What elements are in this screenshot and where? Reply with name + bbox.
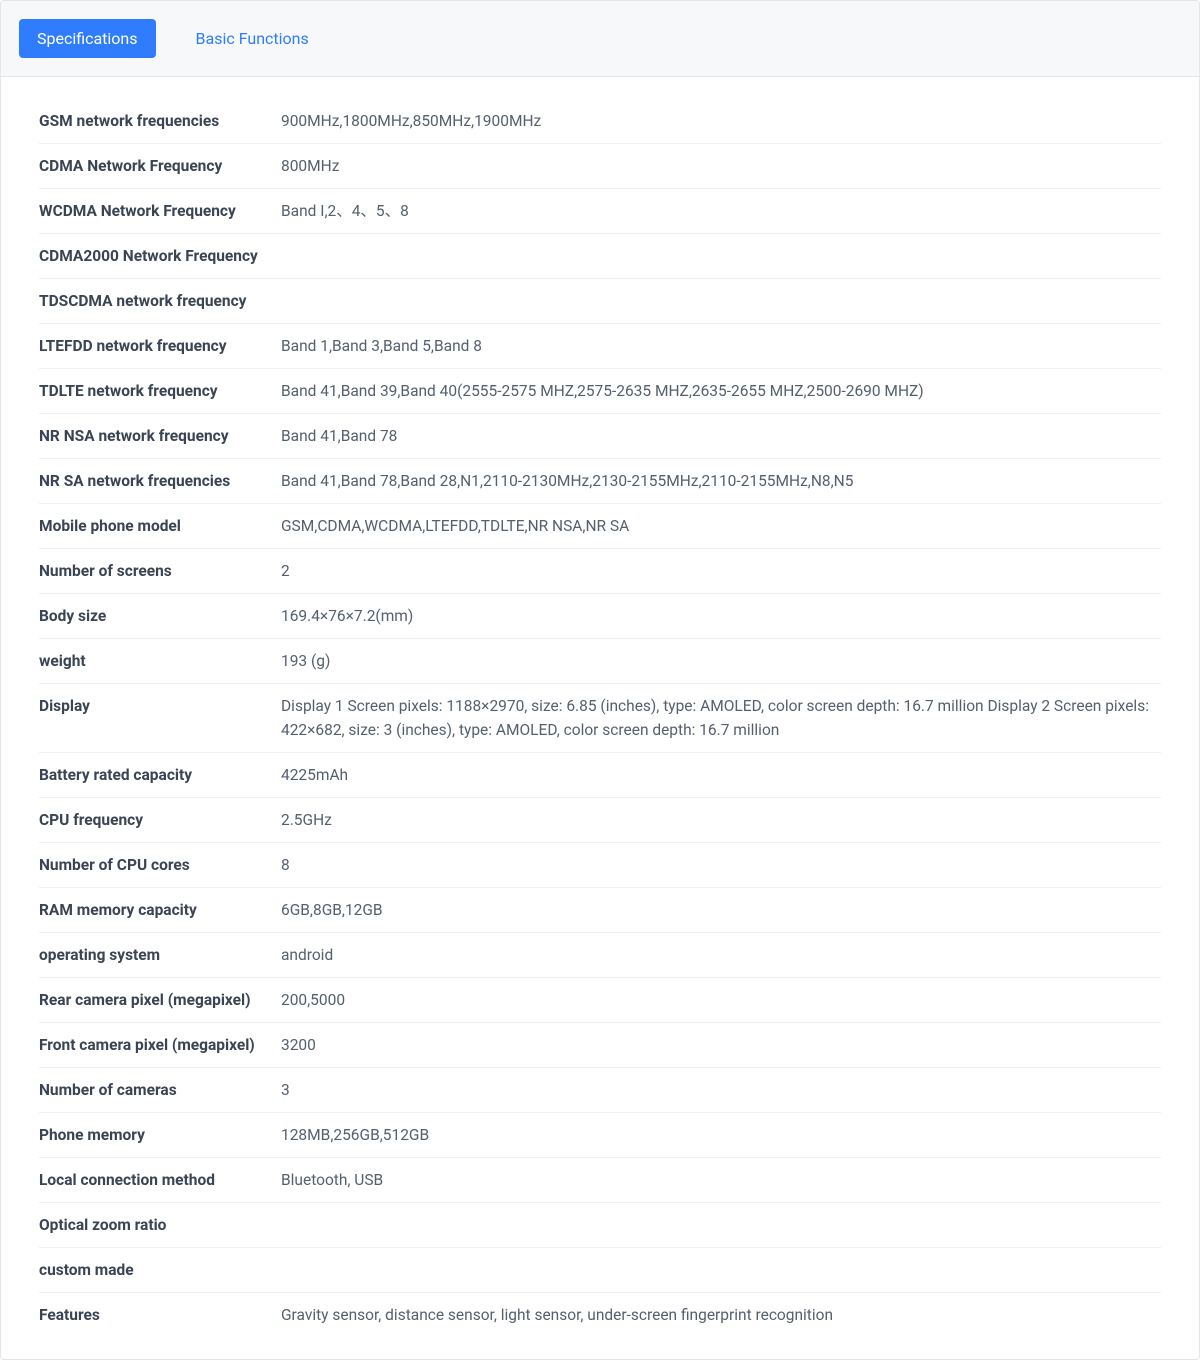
spec-value: Bluetooth, USB [281, 1168, 1161, 1192]
spec-label: CDMA2000 Network Frequency [39, 244, 281, 268]
spec-label: weight [39, 649, 281, 673]
spec-value: Band 41,Band 78,Band 28,N1,2110-2130MHz,… [281, 469, 1161, 493]
spec-value: Band I,2、4、5、8 [281, 199, 1161, 223]
spec-label: LTEFDD network frequency [39, 334, 281, 358]
spec-row: Local connection methodBluetooth, USB [39, 1158, 1161, 1203]
spec-value: 3 [281, 1078, 1161, 1102]
spec-row: Front camera pixel (megapixel)3200 [39, 1023, 1161, 1068]
spec-value: Gravity sensor, distance sensor, light s… [281, 1303, 1161, 1327]
spec-panel: Specifications Basic Functions GSM netwo… [0, 0, 1200, 1360]
spec-label: Mobile phone model [39, 514, 281, 538]
spec-label: NR SA network frequencies [39, 469, 281, 493]
spec-label: GSM network frequencies [39, 109, 281, 133]
spec-row: Number of CPU cores8 [39, 843, 1161, 888]
spec-value: Band 1,Band 3,Band 5,Band 8 [281, 334, 1161, 358]
spec-row: Battery rated capacity4225mAh [39, 753, 1161, 798]
spec-row: weight193 (g) [39, 639, 1161, 684]
spec-row: GSM network frequencies900MHz,1800MHz,85… [39, 99, 1161, 144]
spec-row: NR SA network frequenciesBand 41,Band 78… [39, 459, 1161, 504]
tab-specifications[interactable]: Specifications [19, 19, 156, 58]
spec-value: 128MB,256GB,512GB [281, 1123, 1161, 1147]
spec-row: DisplayDisplay 1 Screen pixels: 1188×297… [39, 684, 1161, 753]
spec-label: Phone memory [39, 1123, 281, 1147]
spec-row: Body size169.4×76×7.2(mm) [39, 594, 1161, 639]
spec-label: Number of CPU cores [39, 853, 281, 877]
spec-row: TDLTE network frequencyBand 41,Band 39,B… [39, 369, 1161, 414]
spec-label: NR NSA network frequency [39, 424, 281, 448]
spec-value: 169.4×76×7.2(mm) [281, 604, 1161, 628]
spec-value: 2.5GHz [281, 808, 1161, 832]
spec-row: Number of cameras3 [39, 1068, 1161, 1113]
spec-value: 8 [281, 853, 1161, 877]
spec-row: RAM memory capacity6GB,8GB,12GB [39, 888, 1161, 933]
spec-label: custom made [39, 1258, 281, 1282]
spec-row: Number of screens2 [39, 549, 1161, 594]
spec-label: Display [39, 694, 281, 718]
spec-row: CPU frequency2.5GHz [39, 798, 1161, 843]
spec-label: TDLTE network frequency [39, 379, 281, 403]
spec-label: Body size [39, 604, 281, 628]
spec-table: GSM network frequencies900MHz,1800MHz,85… [1, 77, 1199, 1359]
spec-value: 900MHz,1800MHz,850MHz,1900MHz [281, 109, 1161, 133]
spec-row: LTEFDD network frequencyBand 1,Band 3,Ba… [39, 324, 1161, 369]
spec-value: GSM,CDMA,WCDMA,LTEFDD,TDLTE,NR NSA,NR SA [281, 514, 1161, 538]
spec-label: RAM memory capacity [39, 898, 281, 922]
spec-label: Front camera pixel (megapixel) [39, 1033, 281, 1057]
tab-basic-functions[interactable]: Basic Functions [178, 19, 327, 58]
spec-label: Rear camera pixel (megapixel) [39, 988, 281, 1012]
spec-label: Battery rated capacity [39, 763, 281, 787]
spec-label: Features [39, 1303, 281, 1327]
spec-value: 200,5000 [281, 988, 1161, 1012]
spec-row: Mobile phone modelGSM,CDMA,WCDMA,LTEFDD,… [39, 504, 1161, 549]
spec-value: 193 (g) [281, 649, 1161, 673]
spec-row: TDSCDMA network frequency [39, 279, 1161, 324]
spec-label: TDSCDMA network frequency [39, 289, 281, 313]
spec-value: 6GB,8GB,12GB [281, 898, 1161, 922]
spec-label: Optical zoom ratio [39, 1213, 281, 1237]
spec-row: custom made [39, 1248, 1161, 1293]
spec-value: Band 41,Band 78 [281, 424, 1161, 448]
spec-value: android [281, 943, 1161, 967]
spec-value: Display 1 Screen pixels: 1188×2970, size… [281, 694, 1161, 742]
spec-label: Number of screens [39, 559, 281, 583]
spec-row: WCDMA Network FrequencyBand I,2、4、5、8 [39, 189, 1161, 234]
spec-row: FeaturesGravity sensor, distance sensor,… [39, 1293, 1161, 1337]
spec-row: NR NSA network frequencyBand 41,Band 78 [39, 414, 1161, 459]
spec-row: Phone memory128MB,256GB,512GB [39, 1113, 1161, 1158]
spec-row: CDMA Network Frequency800MHz [39, 144, 1161, 189]
spec-label: WCDMA Network Frequency [39, 199, 281, 223]
spec-row: operating systemandroid [39, 933, 1161, 978]
spec-label: Number of cameras [39, 1078, 281, 1102]
spec-label: Local connection method [39, 1168, 281, 1192]
spec-row: Rear camera pixel (megapixel)200,5000 [39, 978, 1161, 1023]
tabs-bar: Specifications Basic Functions [1, 1, 1199, 77]
spec-row: Optical zoom ratio [39, 1203, 1161, 1248]
spec-label: operating system [39, 943, 281, 967]
spec-value: 3200 [281, 1033, 1161, 1057]
spec-value: 800MHz [281, 154, 1161, 178]
spec-value: 2 [281, 559, 1161, 583]
spec-value: 4225mAh [281, 763, 1161, 787]
spec-row: CDMA2000 Network Frequency [39, 234, 1161, 279]
spec-label: CPU frequency [39, 808, 281, 832]
spec-value: Band 41,Band 39,Band 40(2555-2575 MHZ,25… [281, 379, 1161, 403]
spec-label: CDMA Network Frequency [39, 154, 281, 178]
